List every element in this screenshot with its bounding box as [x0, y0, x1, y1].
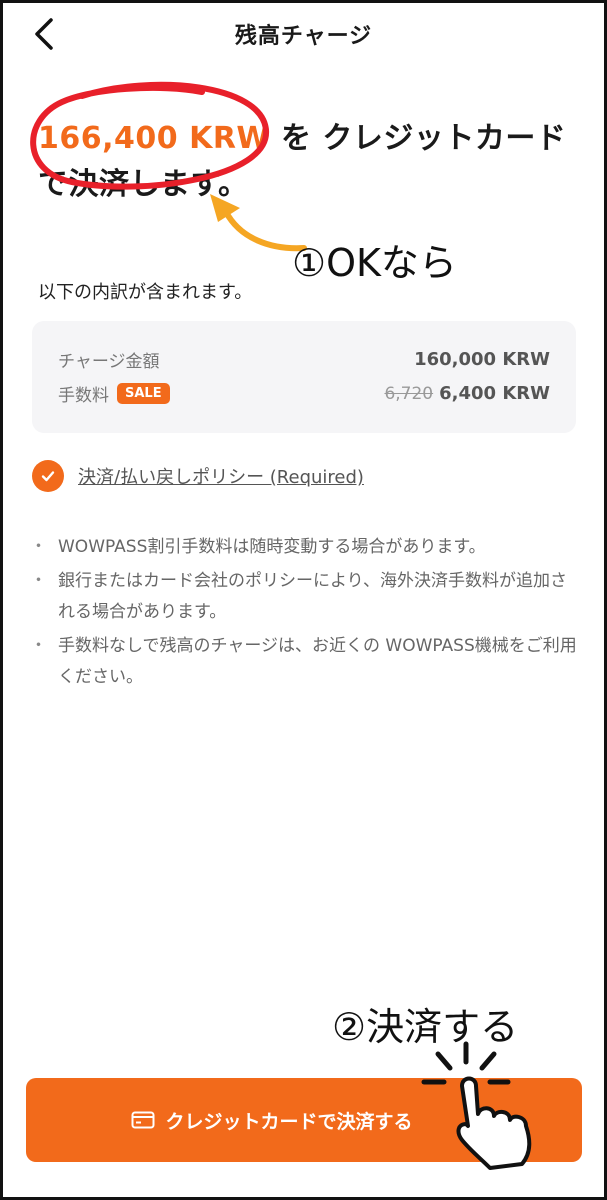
pay-with-credit-card-button[interactable]: クレジットカードで決済する — [26, 1078, 582, 1162]
headline-text-line2: で決済します。 — [38, 167, 249, 202]
note-item: WOWPASS割引手数料は随時変動する場合があります。 — [30, 532, 579, 563]
note-item: 銀行またはカード会社のポリシーにより、海外決済手数料が追加される場合があります。 — [30, 566, 579, 628]
breakdown-intro: 以下の内訳が含まれます。 — [38, 282, 253, 303]
charge-amount-row: チャージ金額 160,000 KRW — [58, 347, 550, 372]
payment-headline: 166,400 KRW を クレジットカード で決済します。 — [38, 116, 578, 208]
charge-amount-label: チャージ金額 — [58, 352, 160, 372]
note-item: 手数料なしで残高のチャージは、お近くの WOWPASS機械をご利用ください。 — [30, 631, 579, 693]
fee-row: 手数料 SALE 6,720 6,400 KRW — [58, 381, 550, 406]
charge-amount: 166,400 KRW — [38, 121, 271, 156]
fee-original-price: 6,720 — [384, 384, 434, 404]
fee-label: 手数料 — [58, 386, 109, 406]
credit-card-icon — [131, 1111, 155, 1129]
fee-value: 6,400 KRW — [439, 383, 550, 404]
checkmark-icon — [41, 471, 55, 482]
app-header: 残高チャージ — [0, 0, 607, 70]
policy-link[interactable]: 決済/払い戻しポリシー (Required) — [78, 463, 364, 489]
sale-badge: SALE — [117, 383, 170, 404]
annotation-ok: ①OKなら — [292, 241, 457, 285]
pay-button-label: クレジットカードで決済する — [165, 1110, 413, 1133]
page-title: 残高チャージ — [234, 24, 373, 49]
policy-checkbox[interactable] — [32, 460, 64, 492]
policy-agreement[interactable]: 決済/払い戻しポリシー (Required) — [32, 460, 364, 492]
charge-amount-value: 160,000 KRW — [414, 349, 550, 370]
notes-list: WOWPASS割引手数料は随時変動する場合があります。 銀行またはカード会社のポ… — [30, 532, 579, 696]
fee-breakdown-card: チャージ金額 160,000 KRW 手数料 SALE 6,720 6,400 K… — [32, 321, 576, 433]
fee-value-group: 6,720 6,400 KRW — [384, 383, 550, 404]
annotation-pay: ②決済する — [332, 1005, 519, 1049]
fee-label-group: 手数料 SALE — [58, 381, 170, 406]
headline-text: を クレジットカード — [270, 121, 567, 156]
